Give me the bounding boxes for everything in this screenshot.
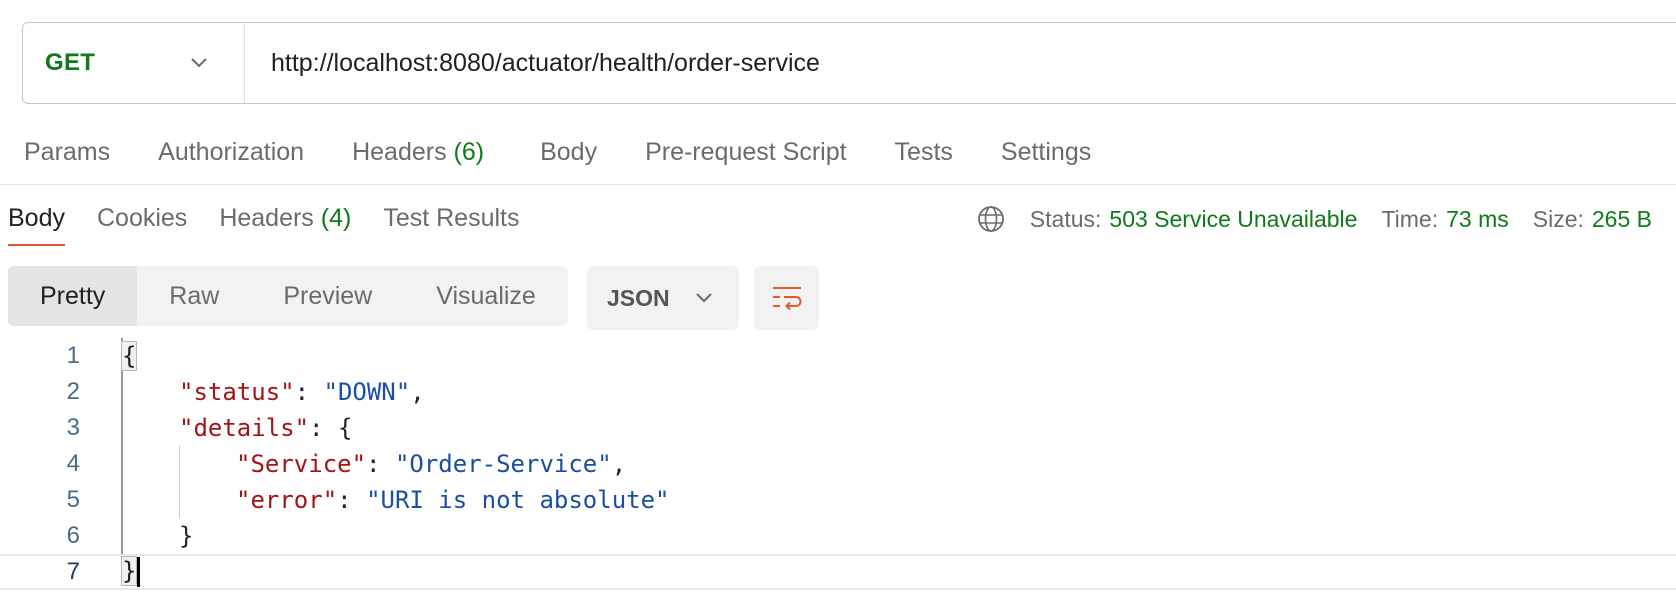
response-tab-headers[interactable]: Headers (4) [219, 196, 351, 246]
wrap-lines-button[interactable] [754, 266, 819, 330]
tab-headers[interactable]: Headers (6) [352, 138, 484, 167]
code-line: 5 "error": "URI is not absolute" [0, 482, 1676, 518]
line-number: 2 [66, 378, 80, 405]
json-brace: } [179, 522, 194, 550]
json-key: "details" [179, 414, 310, 442]
line-number: 4 [66, 450, 80, 477]
code-line: 3 "details": { [0, 410, 1676, 446]
wrap-lines-icon [772, 287, 801, 311]
request-tabs: Params Authorization Headers (6) Body Pr… [24, 132, 1139, 172]
json-string: "DOWN" [323, 378, 411, 406]
code-line: 6 } [0, 518, 1676, 554]
section-divider [0, 184, 1676, 185]
json-key: "Service" [236, 450, 367, 478]
json-comma: , [611, 450, 627, 478]
tab-headers-count: (6) [453, 137, 485, 166]
code-text: "error": "URI is not absolute" [236, 486, 670, 514]
response-tab-body[interactable]: Body [8, 196, 65, 246]
json-brace: } [120, 556, 138, 586]
json-colon: : [366, 450, 395, 478]
code-text: "details": { [179, 414, 352, 442]
json-colon: : [337, 486, 367, 514]
response-tab-test-results[interactable]: Test Results [383, 196, 519, 246]
format-select[interactable]: JSON [587, 266, 739, 330]
size-label: Size: [1532, 205, 1584, 232]
json-brace: { [120, 341, 138, 371]
code-line: 1 { [0, 338, 1676, 374]
json-key: "error" [236, 486, 338, 514]
mode-raw[interactable]: Raw [137, 266, 251, 326]
json-colon-brace: : { [309, 414, 353, 442]
response-body-editor[interactable]: 1 { 2 "status": "DOWN", 3 "details": { 4… [0, 338, 1676, 606]
tab-authorization[interactable]: Authorization [158, 138, 304, 167]
line-number: 1 [66, 342, 80, 369]
tab-settings[interactable]: Settings [1001, 138, 1091, 167]
request-url-bar: GET [22, 22, 1676, 104]
line-number: 3 [66, 414, 80, 441]
line-number: 5 [66, 486, 80, 513]
mode-preview[interactable]: Preview [251, 266, 404, 326]
code-text: "Service": "Order-Service", [236, 450, 626, 478]
chevron-down-icon [191, 58, 207, 68]
tab-body[interactable]: Body [540, 138, 597, 167]
status-label: Status: [1029, 205, 1102, 232]
response-headers-label: Headers [219, 204, 314, 232]
mode-visualize[interactable]: Visualize [404, 266, 568, 326]
code-line: 4 "Service": "Order-Service", [0, 446, 1676, 482]
code-text: } [179, 522, 193, 550]
code-line: 2 "status": "DOWN", [0, 374, 1676, 410]
line-number: 6 [66, 522, 80, 549]
tab-prerequest-script[interactable]: Pre-request Script [645, 138, 846, 167]
json-key: "status" [179, 378, 295, 406]
line-number: 7 [66, 558, 80, 585]
json-colon: : [294, 378, 324, 406]
code-text: "status": "DOWN", [179, 378, 425, 406]
response-status-bar: Status: 503 Service Unavailable Time: 73… [976, 204, 1652, 234]
time-label: Time: [1381, 205, 1439, 232]
code-text: } [120, 556, 141, 587]
method-select[interactable]: GET [23, 23, 245, 103]
size-value[interactable]: 265 B [1592, 206, 1652, 233]
json-string: "Order-Service" [394, 450, 612, 478]
tab-params[interactable]: Params [24, 138, 110, 167]
response-tabs: Body Cookies Headers (4) Test Results [8, 196, 552, 254]
url-input[interactable] [245, 22, 1676, 104]
globe-icon[interactable] [976, 204, 1006, 234]
code-text: { [120, 341, 138, 371]
mode-pretty[interactable]: Pretty [8, 266, 138, 326]
tab-headers-label: Headers [352, 137, 447, 166]
time-value[interactable]: 73 ms [1446, 206, 1509, 233]
method-label: GET [45, 49, 96, 76]
chevron-down-icon [696, 293, 712, 303]
status-code[interactable]: 503 Service Unavailable [1109, 206, 1357, 233]
code-line-current: 7 } [0, 554, 1676, 590]
response-headers-count: (4) [320, 204, 352, 232]
format-label: JSON [607, 284, 670, 311]
response-tab-cookies[interactable]: Cookies [97, 196, 187, 246]
tab-tests[interactable]: Tests [895, 138, 953, 167]
json-comma: , [410, 378, 425, 406]
json-string: "URI is not absolute" [366, 486, 670, 514]
view-mode-segmented: Pretty Raw Preview Visualize [8, 266, 568, 326]
text-cursor [137, 557, 141, 587]
